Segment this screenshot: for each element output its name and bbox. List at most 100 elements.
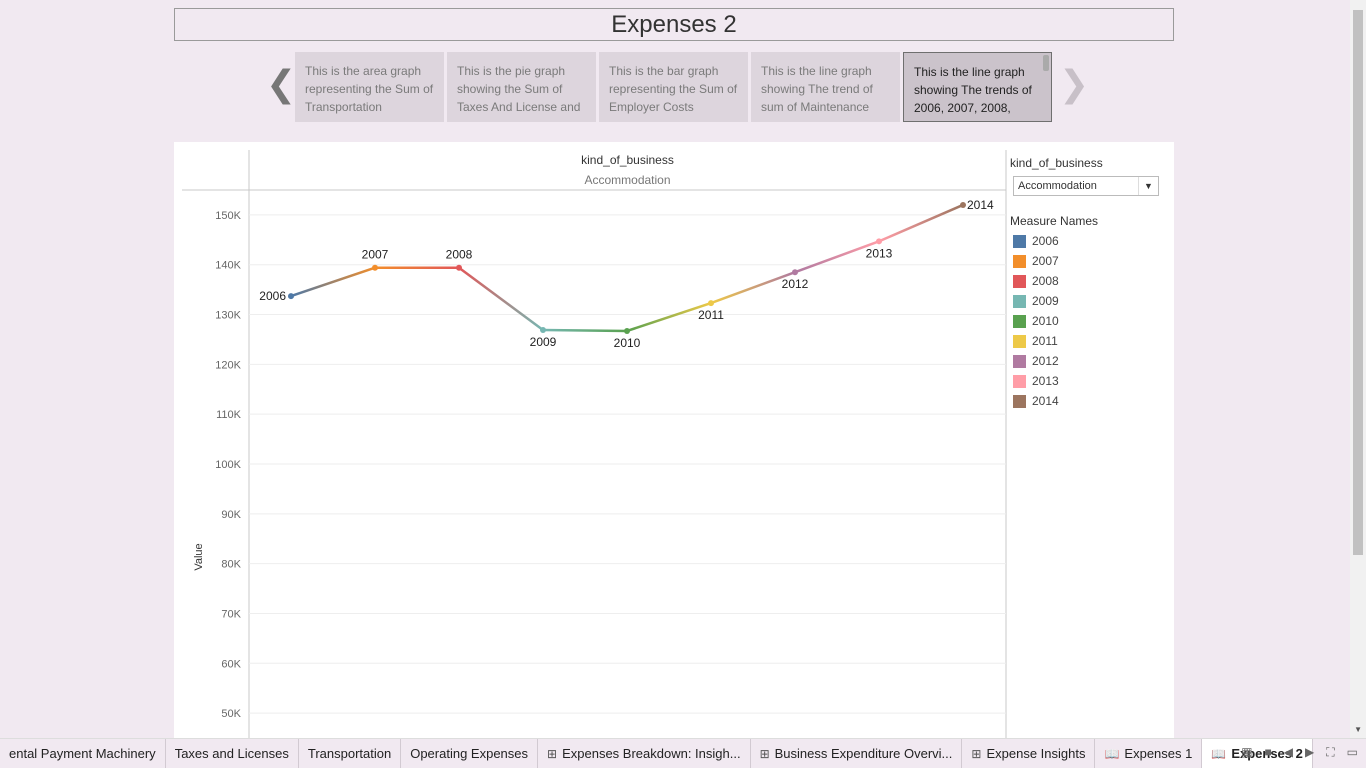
legend-label: 2013 — [1032, 374, 1059, 388]
legend-swatch — [1013, 274, 1026, 288]
legend-item[interactable]: 2006 — [1010, 231, 1170, 251]
sheet-tab-label: ental Payment Machinery — [9, 746, 156, 761]
legend-label: 2007 — [1032, 254, 1059, 268]
legend-swatch — [1013, 234, 1026, 248]
dashboard-icon: ⊞ — [971, 746, 982, 761]
grid-view-icon[interactable]: ▦ — [1241, 745, 1252, 760]
dashboard-icon: ⊞ — [547, 746, 558, 761]
data-point — [960, 201, 966, 208]
story-point-1[interactable]: This is the area graph representing the … — [295, 52, 444, 122]
sheet-tab[interactable]: Transportation — [299, 739, 402, 768]
sheet-tab-label: Expenses 1 — [1124, 746, 1193, 761]
series-line-segment — [457, 266, 545, 332]
single-view-icon[interactable]: ■ — [1265, 745, 1272, 760]
tab-controls: ▦ ■ ◀ ▶ ⛶ ▭ — [1241, 745, 1358, 760]
scroll-down-icon[interactable]: ▼ — [1354, 725, 1362, 734]
data-point — [792, 269, 798, 276]
data-point — [624, 327, 630, 334]
previous-story-point-arrow-icon[interactable]: ❮ — [266, 67, 296, 104]
previous-sheet-icon[interactable]: ◀ — [1284, 745, 1293, 760]
legend-item[interactable]: 2007 — [1010, 251, 1170, 271]
legend-items: 2006 2007 2008 2009 2010 2011 2012 2013 2014 — [1010, 231, 1170, 411]
sheet-tab-label: Expense Insights — [986, 746, 1086, 761]
story-point-3[interactable]: This is the bar graph representing the S… — [599, 52, 748, 122]
present-icon[interactable]: ▭ — [1347, 745, 1358, 760]
series-line-segment — [877, 203, 965, 243]
y-axis-label: Value — [193, 543, 205, 570]
next-story-point-arrow-icon[interactable]: ❯ — [1059, 67, 1089, 104]
filter-title: kind_of_business — [1010, 156, 1103, 170]
legend-label: 2011 — [1032, 334, 1058, 348]
sheet-tab-bar: ental Payment Machinery Taxes and License… — [0, 738, 1366, 768]
data-label: 2007 — [362, 248, 389, 262]
legend-item[interactable]: 2009 — [1010, 291, 1170, 311]
legend-label: 2012 — [1032, 354, 1059, 368]
dashboard-icon: ⊞ — [759, 746, 770, 761]
legend-swatch — [1013, 254, 1026, 268]
legend-label: 2014 — [1032, 394, 1059, 408]
legend-item[interactable]: 2012 — [1010, 351, 1170, 371]
data-point — [288, 293, 294, 300]
data-label: 2008 — [446, 248, 473, 262]
sheet-tab-label: Taxes and Licenses — [174, 746, 289, 761]
story-point-scrollbar[interactable] — [1043, 55, 1049, 71]
series-line-segment — [289, 266, 377, 298]
y-tick-label: 60K — [221, 658, 241, 670]
next-sheet-icon[interactable]: ▶ — [1305, 745, 1314, 760]
chevron-down-icon[interactable]: ▼ — [1138, 177, 1158, 195]
legend-label: 2009 — [1032, 294, 1059, 308]
sheet-tab-label: Business Expenditure Overvi... — [774, 746, 953, 761]
legend-item[interactable]: 2014 — [1010, 391, 1170, 411]
y-tick-label: 120K — [215, 359, 241, 371]
legend-swatch — [1013, 334, 1026, 348]
legend-swatch — [1013, 294, 1026, 308]
scrollbar-thumb[interactable] — [1353, 10, 1363, 555]
y-tick-label: 50K — [221, 708, 241, 720]
story-point-text: This is the bar graph representing the S… — [609, 64, 738, 114]
story-icon: 📖 — [1104, 746, 1120, 761]
y-tick-label: 140K — [215, 260, 241, 272]
sheet-tab-label: Transportation — [307, 746, 392, 761]
sheet-tab[interactable]: Taxes and Licenses — [166, 739, 299, 768]
data-label: 2009 — [530, 335, 557, 349]
legend-item[interactable]: 2008 — [1010, 271, 1170, 291]
story-title: Expenses 2 — [174, 8, 1174, 41]
data-label: 2013 — [866, 246, 893, 260]
dropdown-value: Accommodation — [1018, 180, 1097, 192]
legend-swatch — [1013, 354, 1026, 368]
sheet-tab[interactable]: ⊞ Expense Insights — [962, 739, 1096, 768]
story-icon: 📖 — [1211, 746, 1227, 761]
story-point-2[interactable]: This is the pie graph showing the Sum of… — [447, 52, 596, 122]
sheet-tab[interactable]: ⊞ Expenses Breakdown: Insigh... — [538, 739, 751, 768]
measure-names-title: Measure Names — [1010, 214, 1099, 228]
sheet-tab[interactable]: ental Payment Machinery — [0, 739, 166, 768]
data-point — [456, 264, 462, 271]
story-point-5[interactable]: This is the line graph showing The trend… — [903, 52, 1052, 122]
data-point — [708, 300, 714, 307]
sheet-tab[interactable]: Operating Expenses — [401, 739, 539, 768]
legend-label: 2010 — [1032, 314, 1059, 328]
column-header-title: kind_of_business — [581, 153, 674, 167]
legend-item[interactable]: 2013 — [1010, 371, 1170, 391]
legend-item[interactable]: 2010 — [1010, 311, 1170, 331]
data-point — [372, 264, 378, 271]
y-tick-label: 130K — [215, 310, 241, 322]
series-line-segment — [541, 328, 629, 333]
story-point-4[interactable]: This is the line graph showing The trend… — [751, 52, 900, 122]
data-point — [540, 326, 546, 333]
legend-label: 2006 — [1032, 234, 1059, 248]
data-label: 2006 — [259, 289, 286, 303]
sheet-tab[interactable]: ⊞ Business Expenditure Overvi... — [751, 739, 963, 768]
kind-of-business-dropdown[interactable]: Accommodation ▼ — [1013, 176, 1159, 196]
y-tick-label: 90K — [221, 509, 241, 521]
legend-swatch — [1013, 374, 1026, 388]
legend-item[interactable]: 2011 — [1010, 331, 1170, 351]
fullscreen-icon[interactable]: ⛶ — [1326, 745, 1334, 760]
vertical-scrollbar[interactable]: ▼ — [1350, 0, 1366, 738]
story-point-text: This is the line graph showing The trend… — [914, 65, 1032, 115]
data-label: 2012 — [782, 277, 809, 291]
data-label: 2010 — [614, 336, 641, 350]
sheet-tab[interactable]: 📖 Expenses 1 — [1095, 739, 1203, 768]
y-tick-label: 100K — [215, 459, 241, 471]
sheet-tab-label: Operating Expenses — [410, 746, 529, 761]
